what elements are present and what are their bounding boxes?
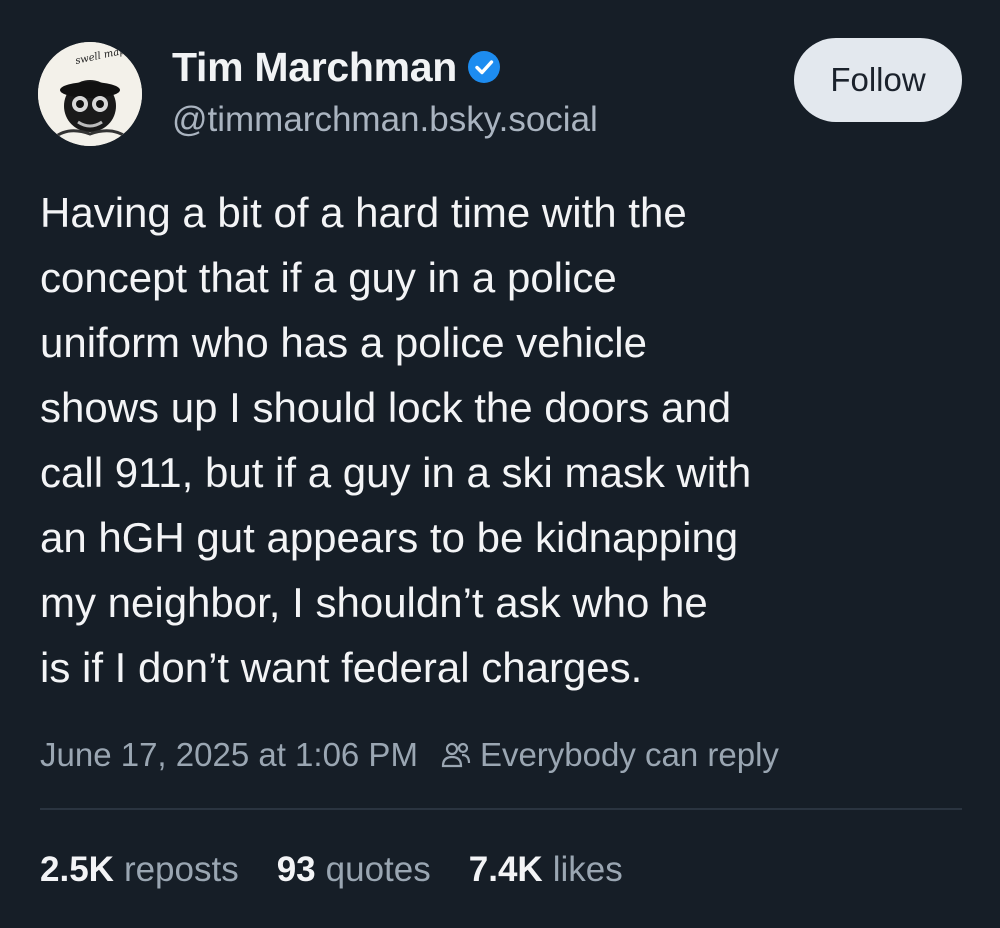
reply-setting[interactable]: Everybody can reply <box>480 736 779 774</box>
author-name-row: Tim Marchman <box>172 40 501 94</box>
avatar[interactable]: swell maps <box>38 42 142 146</box>
engagement-stats: 2.5K reposts 93 quotes 7.4K likes <box>40 845 661 895</box>
reposts-label: reposts <box>123 850 239 889</box>
likes-count: 7.4K <box>468 850 543 889</box>
post-text-line: call 911, but if a guy in a ski mask wit… <box>40 449 752 496</box>
quotes-count: 93 <box>276 850 316 889</box>
post-text-line: Having a bit of a hard time with the <box>40 189 687 236</box>
follow-button[interactable]: Follow <box>794 38 962 122</box>
reposts-count: 2.5K <box>40 850 114 889</box>
quotes-stat[interactable]: 93 quotes <box>277 850 431 890</box>
post-text-line: concept that if a guy in a police <box>40 254 617 301</box>
post-text-line: is if I don’t want federal charges. <box>40 644 643 691</box>
post-timestamp[interactable]: June 17, 2025 at 1:06 PM <box>40 736 418 774</box>
divider <box>40 808 962 810</box>
likes-label: likes <box>552 850 623 889</box>
quotes-label: quotes <box>325 850 431 889</box>
author-display-name[interactable]: Tim Marchman <box>172 44 457 91</box>
post-text-line: an hGH gut appears to be kidnapping <box>40 514 739 561</box>
author-handle[interactable]: @timmarchman.bsky.social <box>172 100 598 140</box>
verified-badge-icon <box>467 50 501 84</box>
post-thread-view: swell maps Tim Marchman @timmarchman.bsk… <box>0 0 1000 928</box>
post-text-line: shows up I should lock the doors and <box>40 384 732 431</box>
reposts-stat[interactable]: 2.5K reposts <box>40 850 239 890</box>
likes-stat[interactable]: 7.4K likes <box>469 850 623 890</box>
post-text: Having a bit of a hard time with the con… <box>40 180 980 700</box>
people-icon <box>440 739 472 771</box>
post-text-line: my neighbor, I shouldn’t ask who he <box>40 579 708 626</box>
post-meta: June 17, 2025 at 1:06 PM Everybody can r… <box>40 730 779 780</box>
post-text-line: uniform who has a police vehicle <box>40 319 647 366</box>
